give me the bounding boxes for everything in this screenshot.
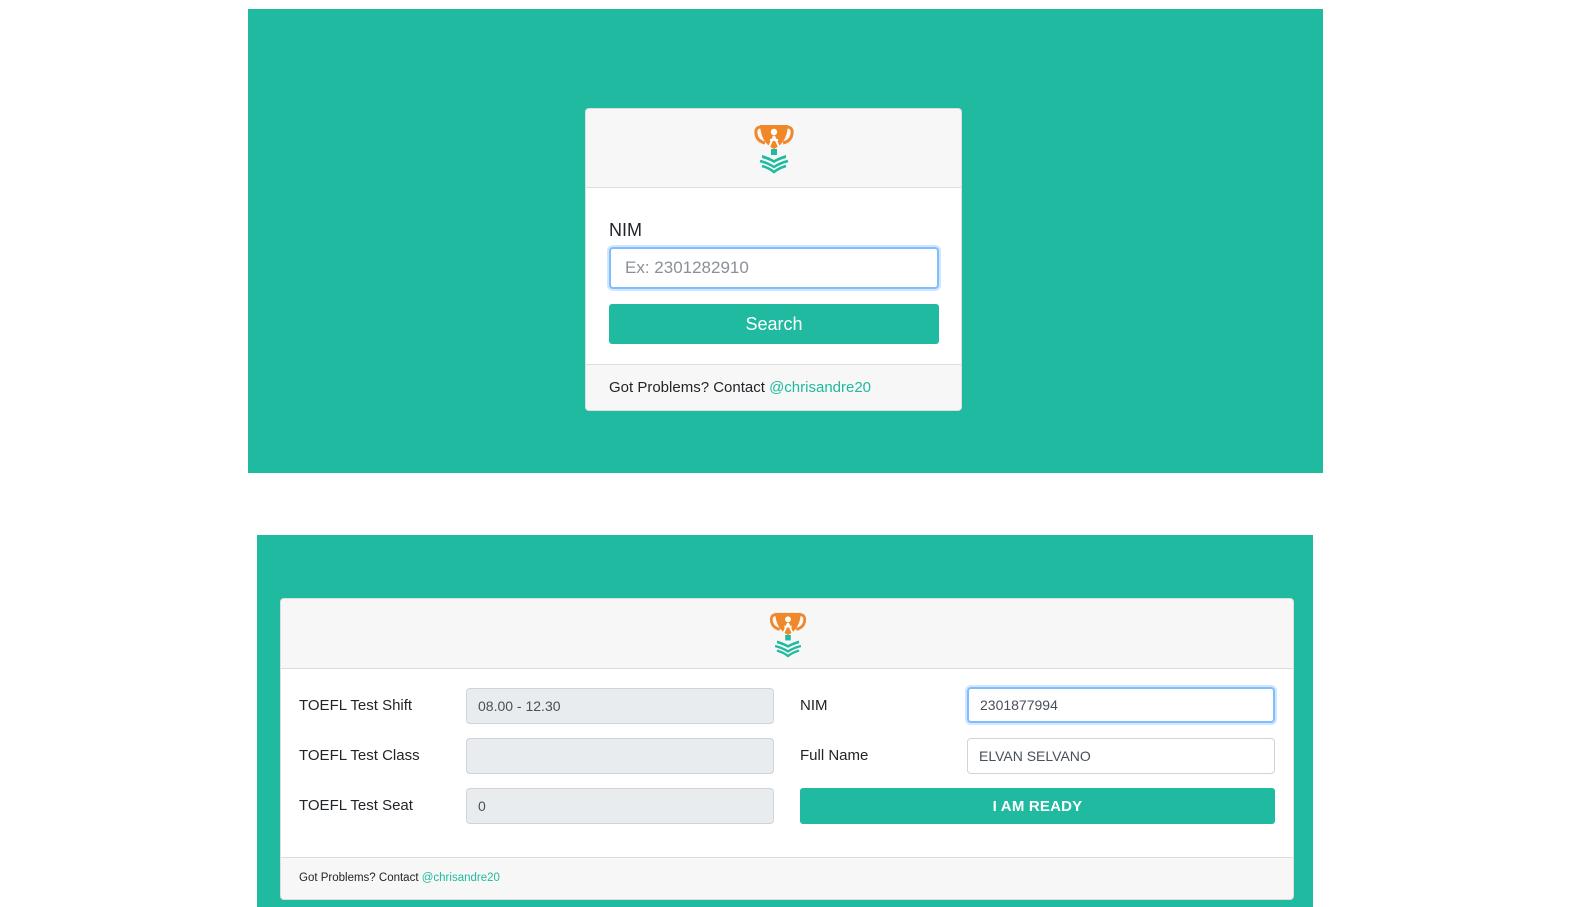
footer-help-text: Got Problems? Contact @chrisandre20 [609, 379, 871, 396]
footer-contact-text: Got Problems? Contact [609, 379, 770, 396]
seat-field[interactable] [466, 788, 774, 824]
nim-field[interactable] [967, 687, 1275, 723]
i-am-ready-button[interactable]: I AM READY [800, 788, 1275, 824]
trophy-book-logo-icon [769, 612, 807, 658]
shift-field[interactable] [466, 688, 774, 724]
search-card-header [586, 109, 961, 188]
details-card-header [281, 599, 1293, 669]
footer-help-text: Got Problems? Contact @chrisandre20 [299, 872, 500, 884]
details-card: TOEFL Test Shift TOEFL Test Class TOEFL … [280, 598, 1294, 900]
fullname-label: Full Name [800, 747, 869, 764]
fullname-field[interactable] [967, 738, 1275, 774]
nim-search-input[interactable] [609, 247, 939, 289]
search-card: NIM Search Got Problems? Contact @chrisa… [585, 108, 962, 411]
shift-label: TOEFL Test Shift [299, 697, 413, 714]
seat-label: TOEFL Test Seat [299, 797, 413, 814]
class-field[interactable] [466, 738, 774, 774]
trophy-book-logo-icon [754, 125, 794, 174]
footer-contact-text: Got Problems? Contact [299, 872, 422, 884]
contact-link[interactable]: @chrisandre20 [769, 379, 871, 396]
nim-label: NIM [800, 697, 828, 714]
nim-label: NIM [609, 220, 642, 240]
search-button[interactable]: Search [609, 304, 939, 344]
details-card-footer: Got Problems? Contact @chrisandre20 [281, 857, 1293, 899]
class-label: TOEFL Test Class [299, 747, 420, 764]
search-card-footer: Got Problems? Contact @chrisandre20 [586, 364, 961, 410]
contact-link[interactable]: @chrisandre20 [422, 872, 500, 884]
